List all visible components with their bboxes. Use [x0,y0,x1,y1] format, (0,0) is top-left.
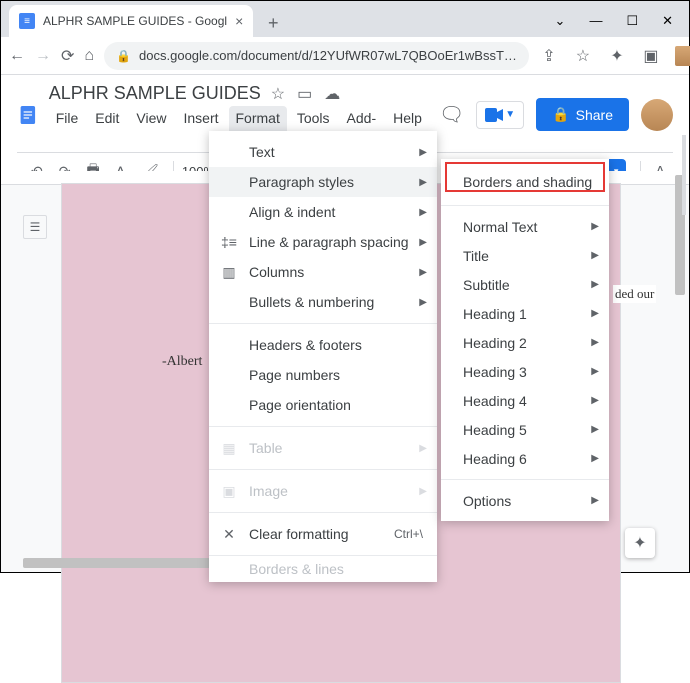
reader-icon[interactable]: ▣ [641,46,661,66]
maximize-icon[interactable]: ☐ [626,13,638,29]
document-text[interactable]: -Albert [162,354,202,370]
menu-item-page-orientation[interactable]: Page orientation [209,390,437,420]
menu-item-text[interactable]: Text▶ [209,137,437,167]
menu-view[interactable]: View [129,106,173,146]
menu-item-bullets-numbering[interactable]: Bullets & numbering▶ [209,287,437,317]
lock-icon: 🔒 [116,49,131,63]
lock-icon: 🔒 [552,106,569,123]
docs-favicon: ≡ [19,13,35,29]
browser-tab[interactable]: ≡ ALPHR SAMPLE GUIDES - Googl × [9,5,253,37]
url-text: docs.google.com/document/d/12YUfWR07wL7Q… [139,48,517,63]
menu-item-paragraph-styles[interactable]: Paragraph styles▶ [209,167,437,197]
star-icon[interactable]: ☆ [271,84,285,104]
share-url-icon[interactable]: ⇪ [539,46,559,66]
share-button[interactable]: 🔒 Share [536,98,629,131]
comments-icon[interactable]: 🗨 [439,102,464,127]
menu-item-borders-lines[interactable]: Borders & lines [209,562,437,576]
profile-avatar-icon[interactable] [675,46,690,66]
submenu-item-options[interactable]: Options▶ [441,486,609,515]
explore-button[interactable]: ✦ [625,528,655,558]
clear-format-icon: ✕ [219,526,239,543]
menu-item-image: ▣Image▶ [209,476,437,506]
submenu-item-heading-1[interactable]: Heading 1▶ [441,299,609,328]
columns-icon: ▥ [219,264,239,281]
document-text-fragment: ded our [613,285,656,303]
forward-icon: → [35,47,51,65]
submenu-item-subtitle[interactable]: Subtitle▶ [441,270,609,299]
docs-logo-icon[interactable] [17,97,39,133]
submenu-item-normal-text[interactable]: Normal Text▶ [441,212,609,241]
submenu-item-heading-5[interactable]: Heading 5▶ [441,415,609,444]
table-icon: ▦ [219,440,239,457]
home-icon[interactable]: ⌂ [84,47,94,65]
submenu-item-heading-6[interactable]: Heading 6▶ [441,444,609,473]
submenu-item-heading-4[interactable]: Heading 4▶ [441,386,609,415]
meet-button[interactable]: ▼ [476,101,524,129]
reload-icon[interactable]: ⟳ [61,46,74,66]
chevron-down-icon[interactable]: ⌄ [555,13,566,29]
menu-item-clear-formatting[interactable]: ✕Clear formattingCtrl+\ [209,519,437,549]
menu-scrollbar[interactable] [679,131,689,561]
browser-toolbar: ← → ⟳ ⌂ 🔒 docs.google.com/document/d/12Y… [1,37,689,75]
submenu-item-heading-2[interactable]: Heading 2▶ [441,328,609,357]
tab-title: ALPHR SAMPLE GUIDES - Googl [43,14,227,28]
paragraph-styles-submenu: Borders and shading Normal Text▶ Title▶ … [441,159,609,521]
close-tab-icon[interactable]: × [235,13,243,29]
close-window-icon[interactable]: ✕ [662,13,673,29]
submenu-item-title[interactable]: Title▶ [441,241,609,270]
format-menu-dropdown: Text▶ Paragraph styles▶ Align & indent▶ … [209,131,437,582]
account-avatar[interactable] [641,99,673,131]
image-icon: ▣ [219,483,239,500]
minimize-icon[interactable]: — [589,13,602,29]
move-icon[interactable]: ▭ [297,84,312,104]
submenu-item-borders-shading[interactable]: Borders and shading [441,165,609,199]
menu-edit[interactable]: Edit [88,106,126,146]
document-title[interactable]: ALPHR SAMPLE GUIDES [49,83,261,104]
menu-file[interactable]: File [49,106,86,146]
address-bar[interactable]: 🔒 docs.google.com/document/d/12YUfWR07wL… [104,42,529,70]
menu-item-page-numbers[interactable]: Page numbers [209,360,437,390]
menu-item-line-spacing[interactable]: ‡≡Line & paragraph spacing▶ [209,227,437,257]
menu-item-columns[interactable]: ▥Columns▶ [209,257,437,287]
menu-item-table: ▦Table▶ [209,433,437,463]
menu-item-headers-footers[interactable]: Headers & footers [209,330,437,360]
back-icon[interactable]: ← [9,47,25,65]
cloud-status-icon[interactable]: ☁ [324,84,340,104]
new-tab-button[interactable]: + [259,9,287,37]
bookmark-icon[interactable]: ☆ [573,46,593,66]
submenu-item-heading-3[interactable]: Heading 3▶ [441,357,609,386]
window-controls: ⌄ — ☐ ✕ [539,13,689,37]
share-label: Share [576,107,613,123]
line-spacing-icon: ‡≡ [219,234,239,250]
menu-item-align-indent[interactable]: Align & indent▶ [209,197,437,227]
extensions-icon[interactable]: ✦ [607,46,627,66]
outline-toggle-icon[interactable]: ☰ [23,215,47,239]
browser-titlebar: ≡ ALPHR SAMPLE GUIDES - Googl × + ⌄ — ☐ … [1,1,689,37]
